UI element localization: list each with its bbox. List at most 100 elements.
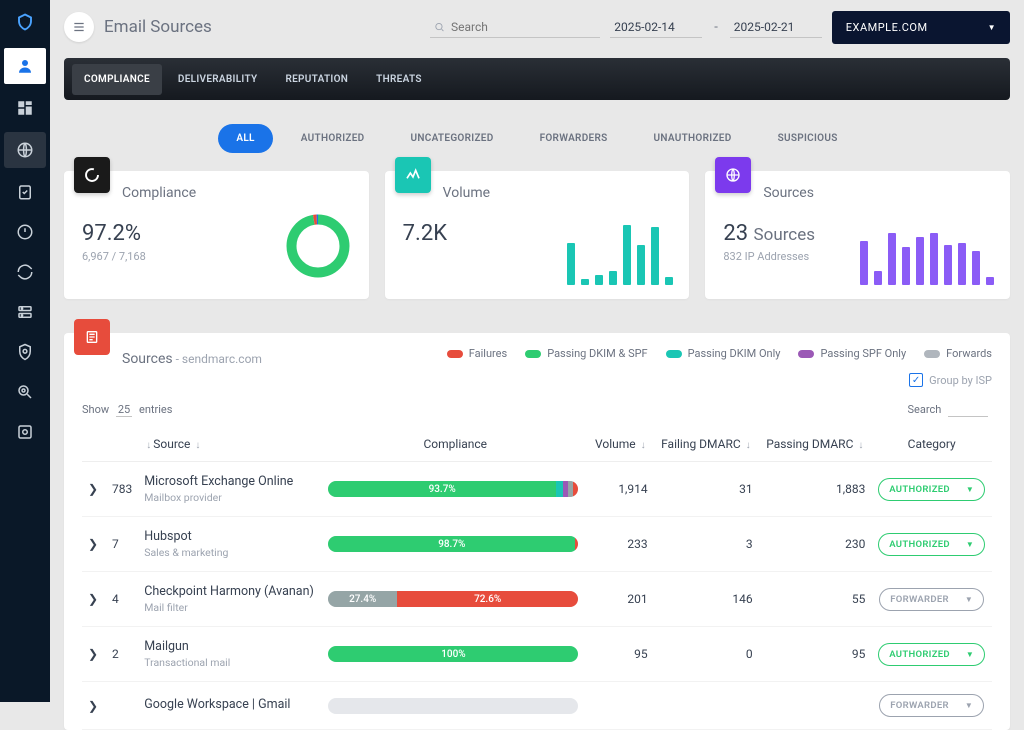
card-volume-title: Volume xyxy=(443,185,672,201)
sources-table: ↓Source ↓ Compliance Volume ↓ Failing DM… xyxy=(82,427,992,730)
tab-threats[interactable]: THREATS xyxy=(364,64,434,95)
date-separator: - xyxy=(712,20,720,35)
source-name: Hubspot xyxy=(144,529,316,544)
topbar: Email Sources 2025-02-14 - 2025-02-21 EX… xyxy=(64,0,1010,54)
group-by-isp[interactable]: ✓Group by ISP xyxy=(909,373,992,387)
table-row: ❯ 783 Microsoft Exchange OnlineMailbox p… xyxy=(82,462,992,517)
source-name: Mailgun xyxy=(144,639,316,654)
source-sub: Mail filter xyxy=(144,601,316,614)
filter-forwarders[interactable]: FORWARDERS xyxy=(522,124,626,153)
failing-cell: 31 xyxy=(654,462,759,517)
failing-cell: 0 xyxy=(654,627,759,682)
row-index: 7 xyxy=(106,517,138,572)
nav-checklist[interactable] xyxy=(0,172,50,212)
col-failing[interactable]: Failing DMARC ↓ xyxy=(654,427,759,462)
table-row: ❯ Google Workspace | Gmail FORWARDER▼ xyxy=(82,682,992,730)
expand-row[interactable]: ❯ xyxy=(82,627,106,682)
filter-uncategorized[interactable]: UNCATEGORIZED xyxy=(392,124,511,153)
nav-dashboard[interactable] xyxy=(0,88,50,128)
sources-bars xyxy=(860,225,994,285)
col-compliance[interactable]: Compliance xyxy=(322,427,588,462)
nav-security[interactable] xyxy=(0,332,50,372)
failing-cell: 3 xyxy=(654,517,759,572)
search-field[interactable] xyxy=(451,20,596,34)
cards-row: Compliance 97.2% 6,967 / 7,168 Volume 7.… xyxy=(64,171,1010,299)
nav-inspect[interactable] xyxy=(0,372,50,412)
col-volume[interactable]: Volume ↓ xyxy=(588,427,654,462)
category-button[interactable]: FORWARDER▼ xyxy=(879,588,984,611)
filter-suspicious[interactable]: SUSPICIOUS xyxy=(760,124,856,153)
search-input[interactable] xyxy=(430,17,600,38)
nav-server[interactable] xyxy=(0,292,50,332)
source-sub: Mailbox provider xyxy=(144,491,316,504)
table-row: ❯ 2 MailgunTransactional mail 100% 95 0 … xyxy=(82,627,992,682)
volume-cell: 95 xyxy=(588,627,654,682)
col-passing[interactable]: Passing DMARC ↓ xyxy=(759,427,872,462)
filter-authorized[interactable]: AUTHORIZED xyxy=(283,124,383,153)
legend-dkim_spf: Passing DKIM & SPF xyxy=(525,347,647,360)
col-source[interactable]: ↓Source ↓ xyxy=(138,427,322,462)
filter-unauthorized[interactable]: UNAUTHORIZED xyxy=(636,124,750,153)
compliance-bar: 98.7% xyxy=(328,536,578,552)
source-sub: Transactional mail xyxy=(144,656,316,669)
failing-cell: 146 xyxy=(654,572,759,627)
table-row: ❯ 4 Checkpoint Harmony (Avanan)Mail filt… xyxy=(82,572,992,627)
card-compliance-title: Compliance xyxy=(122,185,351,201)
legend-dkim_only: Passing DKIM Only xyxy=(666,347,781,360)
domain-selector[interactable]: EXAMPLE.COM ▼ xyxy=(832,11,1010,44)
chevron-down-icon: ▼ xyxy=(966,540,974,549)
passing-cell: 1,883 xyxy=(759,462,872,517)
expand-row[interactable]: ❯ xyxy=(82,462,106,517)
nav-user[interactable] xyxy=(4,48,46,84)
compliance-donut xyxy=(283,211,353,285)
chevron-down-icon: ▼ xyxy=(965,701,973,710)
table-controls: Show 25 entries Search xyxy=(82,403,992,417)
sidebar xyxy=(0,0,50,702)
card-sources: Sources 23 Sources 832 IP Addresses xyxy=(705,171,1010,299)
chevron-down-icon: ▼ xyxy=(966,650,974,659)
tab-deliverability[interactable]: DELIVERABILITY xyxy=(166,64,270,95)
nav-globe[interactable] xyxy=(4,132,46,168)
expand-row[interactable]: ❯ xyxy=(82,517,106,572)
category-button[interactable]: AUTHORIZED▼ xyxy=(878,478,985,501)
nav-settings[interactable] xyxy=(0,412,50,452)
legend-failures: Failures xyxy=(447,347,507,360)
filter-all[interactable]: ALL xyxy=(218,124,272,153)
row-index xyxy=(106,682,138,730)
compliance-bar xyxy=(328,698,578,714)
menu-icon[interactable] xyxy=(64,12,94,42)
volume-bars xyxy=(567,225,673,285)
volume-badge-icon xyxy=(395,157,431,193)
date-from[interactable]: 2025-02-14 xyxy=(610,17,702,38)
passing-cell: 95 xyxy=(759,627,872,682)
source-name: Microsoft Exchange Online xyxy=(144,474,316,489)
category-button[interactable]: FORWARDER▼ xyxy=(879,694,984,717)
page-size[interactable]: 25 xyxy=(116,403,132,417)
col-category[interactable]: Category xyxy=(871,427,992,462)
source-name: Checkpoint Harmony (Avanan) xyxy=(144,584,316,599)
expand-row[interactable]: ❯ xyxy=(82,682,106,730)
sources-badge-icon xyxy=(74,319,110,355)
card-compliance: Compliance 97.2% 6,967 / 7,168 xyxy=(64,171,369,299)
nav-sync[interactable] xyxy=(0,252,50,292)
nav-alert[interactable] xyxy=(0,212,50,252)
chevron-down-icon: ▼ xyxy=(966,485,974,494)
domain-label: EXAMPLE.COM xyxy=(846,21,928,34)
card-volume: Volume 7.2K xyxy=(385,171,690,299)
date-to[interactable]: 2025-02-21 xyxy=(730,17,822,38)
expand-row[interactable]: ❯ xyxy=(82,572,106,627)
source-name: Google Workspace | Gmail xyxy=(144,697,316,712)
source-sub: Sales & marketing xyxy=(144,546,316,559)
compliance-badge-icon xyxy=(74,157,110,193)
volume-cell xyxy=(588,682,654,730)
category-button[interactable]: AUTHORIZED▼ xyxy=(878,643,985,666)
passing-cell xyxy=(759,682,872,730)
category-button[interactable]: AUTHORIZED▼ xyxy=(878,533,985,556)
sources-badge-icon xyxy=(715,157,751,193)
compliance-bar: 100% xyxy=(328,646,578,662)
tab-reputation[interactable]: REPUTATION xyxy=(273,64,360,95)
legend-forwards: Forwards xyxy=(924,347,992,360)
tab-compliance[interactable]: COMPLIANCE xyxy=(72,64,162,95)
compliance-bar: 27.4%72.6% xyxy=(328,591,578,607)
chevron-down-icon: ▼ xyxy=(965,595,973,604)
